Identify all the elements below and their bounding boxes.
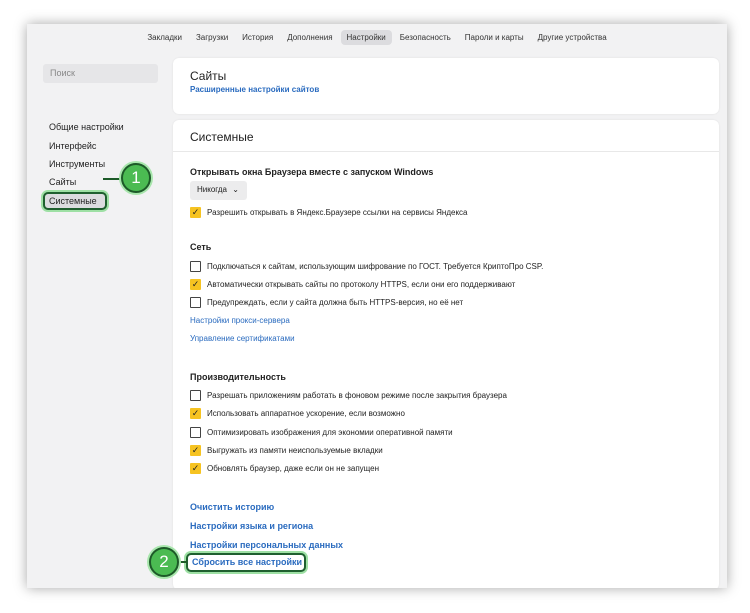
optimize-images-row[interactable]: Оптимизировать изображения для экономии … <box>190 425 453 439</box>
auto-update-row[interactable]: ✓ Обновлять браузер, даже если он не зап… <box>190 461 379 475</box>
sidebar-item-interface[interactable]: Интерфейс <box>49 141 96 151</box>
auto-https-label: Автоматически открывать сайты по протоко… <box>207 279 516 289</box>
tab-history[interactable]: История <box>236 30 279 45</box>
system-card-title: Системные <box>190 130 254 144</box>
sidebar-item-system[interactable]: Системные <box>43 192 107 210</box>
system-card: Системные Открывать окна Браузера вместе… <box>173 120 719 588</box>
network-section-title: Сеть <box>190 242 212 252</box>
tab-security[interactable]: Безопасность <box>394 30 457 45</box>
startup-dropdown-value: Никогда <box>197 185 227 194</box>
gost-label: Подключаться к сайтам, использующим шифр… <box>207 261 544 271</box>
background-apps-checkbox[interactable] <box>190 389 201 401</box>
sidebar-item-sites[interactable]: Сайты <box>49 177 76 187</box>
reset-all-settings-link[interactable]: Сбросить все настройки <box>186 553 306 572</box>
hw-acceleration-row[interactable]: ✓ Использовать аппаратное ускорение, есл… <box>190 406 405 420</box>
browser-settings-window: Закладки Загрузки История Дополнения Нас… <box>27 24 727 588</box>
settings-sidebar: Поиск Общие настройки Интерфейс Инструме… <box>35 58 173 584</box>
advanced-site-settings-link[interactable]: Расширенные настройки сайтов <box>190 85 319 94</box>
unload-tabs-label: Выгружать из памяти неиспользуемые вклад… <box>207 445 383 455</box>
proxy-settings-link[interactable]: Настройки прокси-сервера <box>190 316 290 325</box>
hw-acceleration-checkbox[interactable]: ✓ <box>190 407 201 419</box>
search-input[interactable]: Поиск <box>43 64 158 83</box>
top-navigation: Закладки Загрузки История Дополнения Нас… <box>27 24 727 48</box>
gost-checkbox[interactable] <box>190 260 201 272</box>
sidebar-item-tools[interactable]: Инструменты <box>49 159 105 169</box>
allow-yandex-links-row[interactable]: ✓ Разрешить открывать в Яндекс.Браузере … <box>190 205 468 219</box>
tab-extensions[interactable]: Дополнения <box>281 30 338 45</box>
https-warning-row[interactable]: Предупреждать, если у сайта должна быть … <box>190 295 463 309</box>
auto-https-row[interactable]: ✓ Автоматически открывать сайты по прото… <box>190 277 515 291</box>
hw-acceleration-label: Использовать аппаратное ускорение, если … <box>207 408 405 418</box>
auto-https-checkbox[interactable]: ✓ <box>190 278 201 290</box>
background-apps-row[interactable]: Разрешать приложениям работать в фоновом… <box>190 388 507 402</box>
optimize-images-label: Оптимизировать изображения для экономии … <box>207 427 453 437</box>
callout-1-connector <box>103 178 123 180</box>
card-divider <box>173 151 719 152</box>
allow-yandex-links-checkbox[interactable]: ✓ <box>190 206 201 218</box>
allow-yandex-links-label: Разрешить открывать в Яндекс.Браузере сс… <box>207 207 468 217</box>
unload-tabs-row[interactable]: ✓ Выгружать из памяти неиспользуемые вкл… <box>190 443 383 457</box>
optimize-images-checkbox[interactable] <box>190 426 201 438</box>
sites-card-title: Сайты <box>190 69 227 83</box>
language-region-link[interactable]: Настройки языка и региона <box>190 521 313 531</box>
auto-update-checkbox[interactable]: ✓ <box>190 462 201 474</box>
clear-history-link[interactable]: Очистить историю <box>190 502 274 512</box>
tab-other-devices[interactable]: Другие устройства <box>532 30 613 45</box>
certificates-link[interactable]: Управление сертификатами <box>190 334 295 343</box>
callout-2-badge: 2 <box>149 547 179 577</box>
startup-dropdown[interactable]: Никогда ⌄ <box>190 181 247 200</box>
tab-settings[interactable]: Настройки <box>340 29 392 45</box>
background-apps-label: Разрешать приложениям работать в фоновом… <box>207 390 507 400</box>
gost-row[interactable]: Подключаться к сайтам, использующим шифр… <box>190 259 543 273</box>
startup-section-title: Открывать окна Браузера вместе с запуско… <box>190 167 434 177</box>
https-warning-checkbox[interactable] <box>190 296 201 308</box>
sites-card: Сайты Расширенные настройки сайтов <box>173 58 719 114</box>
callout-1-badge: 1 <box>121 163 151 193</box>
unload-tabs-checkbox[interactable]: ✓ <box>190 444 201 456</box>
tab-downloads[interactable]: Загрузки <box>190 30 234 45</box>
auto-update-label: Обновлять браузер, даже если он не запущ… <box>207 463 380 473</box>
tab-bookmarks[interactable]: Закладки <box>141 30 188 45</box>
personal-data-link[interactable]: Настройки персональных данных <box>190 540 343 550</box>
chevron-down-icon: ⌄ <box>232 185 239 194</box>
sidebar-item-general[interactable]: Общие настройки <box>49 122 124 132</box>
https-warning-label: Предупреждать, если у сайта должна быть … <box>207 297 464 307</box>
tab-passwords[interactable]: Пароли и карты <box>459 30 530 45</box>
performance-section-title: Производительность <box>190 372 286 382</box>
